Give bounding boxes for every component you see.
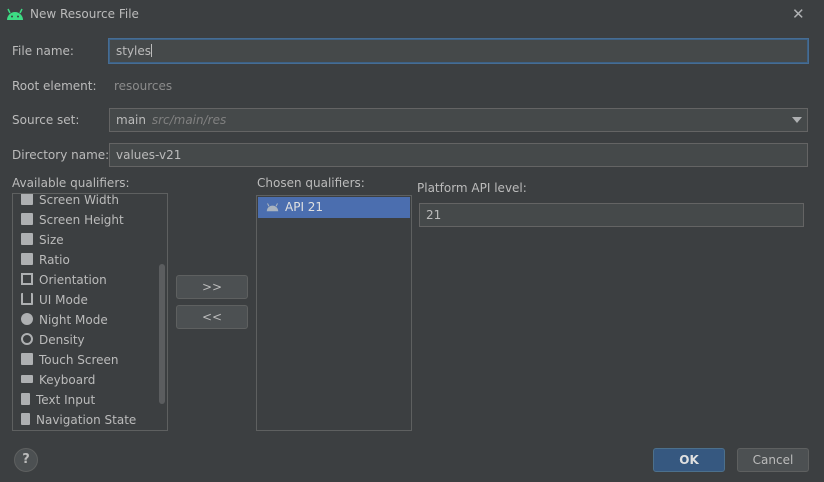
screen-width-icon <box>21 194 33 205</box>
root-element-label: Root element: <box>12 79 97 93</box>
qualifier-screen-width[interactable]: Screen Width <box>21 194 119 210</box>
density-icon <box>21 333 33 345</box>
qualifier-density[interactable]: Density <box>21 330 85 350</box>
source-set-path: src/main/res <box>151 113 227 127</box>
ratio-icon <box>21 253 33 265</box>
qualifier-navigation-state[interactable]: Navigation State <box>21 410 136 430</box>
cancel-button[interactable]: Cancel <box>737 448 809 472</box>
touch-screen-icon <box>21 353 33 365</box>
chosen-qualifiers-label: Chosen qualifiers: <box>257 176 365 190</box>
file-name-value: styles <box>116 44 152 58</box>
text-cursor <box>151 44 153 57</box>
help-icon: ? <box>22 452 30 467</box>
directory-name-value: values-v21 <box>116 148 182 162</box>
platform-api-level-label: Platform API level: <box>417 181 527 195</box>
window-title: New Resource File <box>30 7 139 21</box>
file-name-input[interactable]: styles <box>109 39 808 63</box>
available-qualifiers-list[interactable]: Screen Width Screen Height Size Ratio Or… <box>12 193 168 431</box>
qualifier-screen-height[interactable]: Screen Height <box>21 210 124 230</box>
available-scrollbar-thumb[interactable] <box>159 264 165 404</box>
close-icon[interactable]: ✕ <box>792 5 805 23</box>
android-icon <box>266 203 279 212</box>
qualifier-keyboard[interactable]: Keyboard <box>21 370 95 390</box>
chevron-down-icon <box>792 117 802 123</box>
platform-api-level-value: 21 <box>426 208 442 222</box>
orientation-icon <box>21 273 33 285</box>
directory-name-input[interactable]: values-v21 <box>109 143 808 167</box>
navigation-state-icon <box>21 413 30 425</box>
root-element-value: resources <box>114 79 173 93</box>
title-bar: New Resource File ✕ <box>0 0 824 30</box>
qualifier-ratio[interactable]: Ratio <box>21 250 70 270</box>
screen-height-icon <box>21 213 33 225</box>
android-logo-icon <box>7 8 23 20</box>
file-name-label: File name: <box>12 44 74 58</box>
ui-mode-icon <box>21 293 33 305</box>
source-set-dropdown[interactable]: main src/main/res <box>109 108 808 132</box>
keyboard-icon <box>21 375 33 383</box>
size-icon <box>21 233 33 245</box>
qualifier-touch-screen[interactable]: Touch Screen <box>21 350 119 370</box>
add-qualifier-button[interactable]: >> <box>176 275 248 299</box>
qualifier-size[interactable]: Size <box>21 230 64 250</box>
remove-qualifier-button[interactable]: << <box>176 305 248 329</box>
qualifier-text-input[interactable]: Text Input <box>21 390 95 410</box>
qualifier-ui-mode[interactable]: UI Mode <box>21 290 88 310</box>
night-mode-icon <box>21 313 33 325</box>
source-set-value: main <box>116 113 146 127</box>
ok-button[interactable]: OK <box>653 448 725 472</box>
text-input-icon <box>21 393 30 405</box>
platform-api-level-input[interactable]: 21 <box>419 203 804 227</box>
qualifier-night-mode[interactable]: Night Mode <box>21 310 108 330</box>
qualifier-orientation[interactable]: Orientation <box>21 270 107 290</box>
chosen-qualifier-api[interactable]: API 21 <box>258 197 410 218</box>
chosen-qualifiers-list[interactable]: API 21 <box>256 195 412 431</box>
source-set-label: Source set: <box>12 113 80 127</box>
help-button[interactable]: ? <box>14 448 38 472</box>
available-qualifiers-label: Available qualifiers: <box>12 176 130 190</box>
directory-name-label: Directory name: <box>12 148 110 162</box>
